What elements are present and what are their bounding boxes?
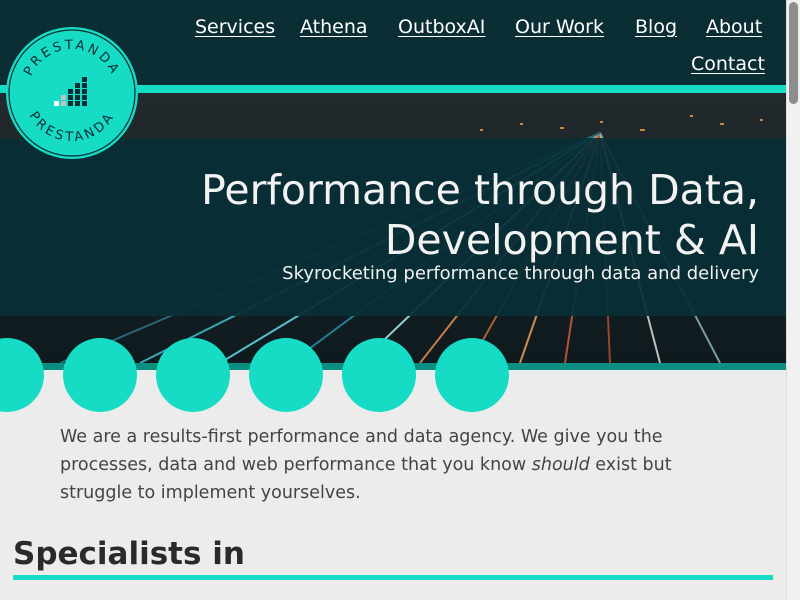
intro-emphasis: should <box>531 455 590 475</box>
specialists-heading: Specialists in <box>13 536 245 572</box>
decorative-circle <box>249 338 323 412</box>
nav-contact-link[interactable]: Contact <box>691 53 765 75</box>
nav-services-link[interactable]: Services <box>195 16 275 38</box>
nav-athena-link[interactable]: Athena <box>300 16 368 38</box>
hero-title: Performance through Data, Development & … <box>59 165 759 265</box>
nav-blog-link[interactable]: Blog <box>635 16 677 38</box>
prestanda-logo[interactable]: PRESTANDA PRESTANDA <box>6 27 138 159</box>
nav-outboxai-link[interactable]: OutboxAI <box>398 16 485 38</box>
hero-title-line-2: Development & AI <box>384 216 759 264</box>
decorative-circle <box>435 338 509 412</box>
decorative-circle <box>63 338 137 412</box>
logo-text-top: PRESTANDA <box>21 38 120 79</box>
hero-title-line-1: Performance through Data, <box>201 166 759 214</box>
nav-about-link[interactable]: About <box>706 16 762 38</box>
decorative-circle <box>342 338 416 412</box>
logo-mark-icon: PRESTANDA PRESTANDA <box>8 29 136 157</box>
scrollbar-thumb[interactable] <box>789 2 798 104</box>
hero-subtitle: Skyrocketing performance through data an… <box>282 263 759 284</box>
section-heading-rule <box>13 575 773 580</box>
decorative-circle <box>156 338 230 412</box>
nav-our-work-link[interactable]: Our Work <box>515 16 604 38</box>
page-scrollbar[interactable] <box>786 0 800 600</box>
svg-text:PRESTANDA: PRESTANDA <box>21 38 123 79</box>
svg-text:PRESTANDA: PRESTANDA <box>26 109 118 145</box>
intro-paragraph: We are a results-first performance and d… <box>60 423 740 507</box>
logo-text-bottom: PRESTANDA <box>26 109 115 145</box>
